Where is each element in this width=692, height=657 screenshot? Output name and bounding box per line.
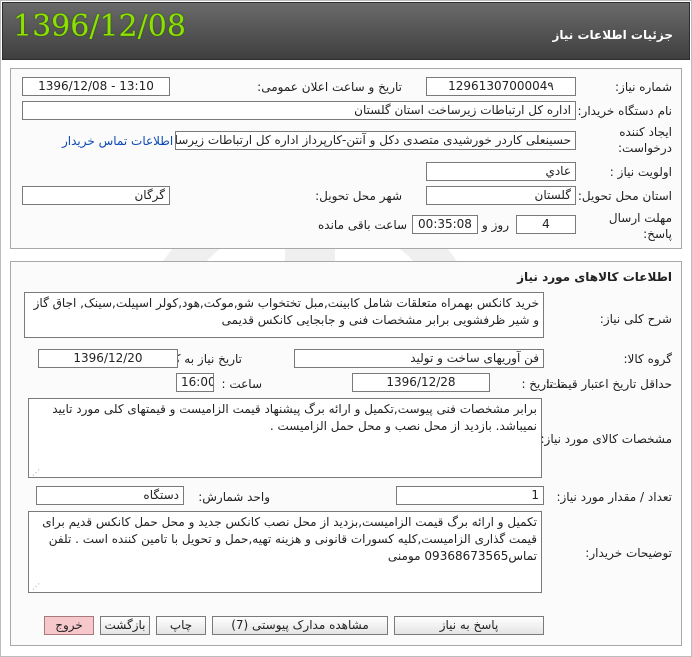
exit-button[interactable]: خروج [44, 616, 94, 635]
hour-field: 16:00 [176, 373, 214, 392]
city-field: گرگان [22, 186, 170, 205]
hour-label: ساعت : [221, 377, 262, 391]
attachments-button[interactable]: مشاهده مدارک پیوستی (7) [212, 616, 388, 635]
general-desc-field: خرید کانکس بهمراه متعلقات شامل کابینت,مب… [24, 292, 544, 338]
qty-field: 1 [396, 486, 544, 505]
priority-field: عادي [426, 162, 576, 181]
min-validity-label: حداقل تاریخ اعتبار قیمت: [545, 377, 672, 391]
buyer-contact-link[interactable]: اطلاعات تماس خریدار [62, 134, 173, 148]
unit-label: واحد شمارش: [198, 490, 270, 504]
buyer-org-field: اداره کل ارتباطات زیرساخت استان گلستان [22, 101, 576, 120]
goods-group-field: فن آوریهای ساخت و تولید [294, 349, 544, 368]
creator-label: ایجاد کننده درخواست: [618, 125, 672, 155]
goods-section-title: اطلاعات کالاهای مورد نیاز [517, 270, 672, 284]
reply-button[interactable]: پاسخ به نیاز [394, 616, 544, 635]
buyer-org-label: نام دستگاه خریدار: [577, 104, 673, 118]
back-button[interactable]: بازگشت [100, 616, 150, 635]
announce-datetime-label: تاریخ و ساعت اعلان عمومی: [257, 80, 402, 94]
spec-field: برابر مشخصات فنی پیوست,تکمیل و ارائه برگ… [28, 398, 542, 478]
buyer-notes-field: تکمیل و ارائه برگ قیمت الزامیست,بزدید از… [28, 511, 542, 593]
city-label: شهر محل تحویل: [315, 189, 402, 203]
announce-datetime-field: 1396/12/08 - 13:10 [22, 77, 170, 96]
print-button[interactable]: چاپ [156, 616, 206, 635]
goods-group-label: گروه کالا: [623, 352, 673, 366]
deadline-days-field: 4 [516, 215, 576, 234]
deadline-label: مهلت ارسال پاسخ: [608, 211, 672, 241]
to-date-field: 1396/12/28 [352, 373, 490, 392]
need-date-field: 1396/12/20 [38, 349, 178, 368]
buyer-notes-label: توضیحات خریدار: [585, 546, 672, 560]
remaining-label: ساعت باقی مانده [318, 218, 408, 232]
province-field: گلستان [426, 186, 576, 205]
to-date-label: تا تاریخ : [521, 377, 564, 391]
qty-label: تعداد / مقدار مورد نیاز: [556, 490, 672, 504]
spec-label: مشخصات کالای مورد نیاز: [540, 432, 672, 446]
resize-grip-icon[interactable]: ⋰ [32, 582, 40, 655]
title-bar: 1396/12/08 جزئیات اطلاعات نیاز [2, 2, 690, 60]
priority-label: اولویت نیاز : [609, 165, 672, 179]
deadline-time-field: 00:35:08 [412, 215, 478, 234]
header-date: 1396/12/08 [13, 9, 186, 44]
days-label: روز و [482, 218, 509, 232]
need-number-field: 1296130700004۹ [426, 77, 576, 96]
unit-field: دستگاه [36, 486, 184, 505]
need-number-label: شماره نیاز: [615, 80, 672, 94]
page-title: جزئیات اطلاعات نیاز [552, 28, 673, 42]
province-label: استان محل تحویل: [577, 189, 672, 203]
general-desc-label: شرح کلی نیاز: [599, 312, 672, 326]
creator-field: حسینعلی کاردر خورشیدی متصدی دکل و آنتن-ک… [175, 131, 576, 150]
